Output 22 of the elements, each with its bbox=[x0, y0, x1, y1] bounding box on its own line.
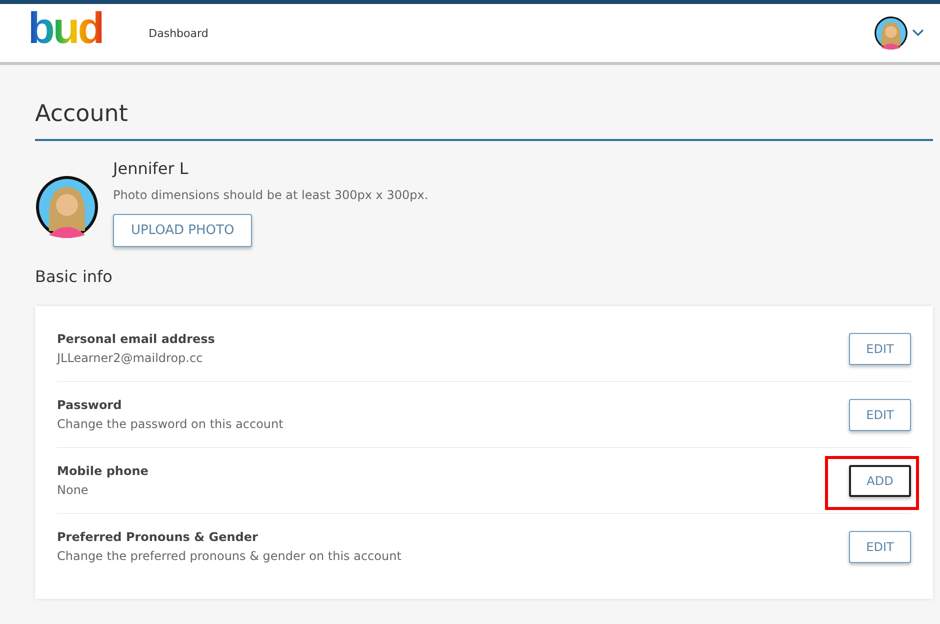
field-value: Change the preferred pronouns & gender on this account bbox=[57, 549, 402, 563]
field-value: JLLearner2@maildrop.cc bbox=[57, 351, 204, 365]
user-menu[interactable] bbox=[874, 16, 924, 50]
field-label: Personal email address bbox=[57, 332, 215, 346]
chevron-down-icon bbox=[912, 29, 924, 37]
field-value: Change the password on this account bbox=[57, 417, 284, 431]
upload-photo-button[interactable]: UPLOAD PHOTO bbox=[113, 214, 252, 247]
row-action-button[interactable]: EDIT bbox=[849, 332, 911, 364]
photo-hint: Photo dimensions should be at least 300px x 300px. bbox=[113, 188, 428, 202]
row-action-button[interactable]: EDIT bbox=[849, 530, 911, 562]
row-action-button[interactable]: ADD bbox=[849, 464, 911, 496]
avatar bbox=[35, 175, 99, 239]
avatar bbox=[874, 16, 908, 50]
field-label: Mobile phone bbox=[57, 464, 148, 478]
field-label: Password bbox=[57, 398, 123, 412]
section-title: Basic info bbox=[35, 267, 114, 286]
row-action-button[interactable]: EDIT bbox=[849, 398, 911, 430]
field-label: Preferred Pronouns & Gender bbox=[57, 530, 259, 544]
nav-link[interactable]: Dashboard bbox=[142, 26, 214, 40]
user-name: Jennifer L bbox=[113, 159, 190, 178]
page-title: Account bbox=[35, 65, 933, 141]
field-value: None bbox=[57, 483, 90, 497]
